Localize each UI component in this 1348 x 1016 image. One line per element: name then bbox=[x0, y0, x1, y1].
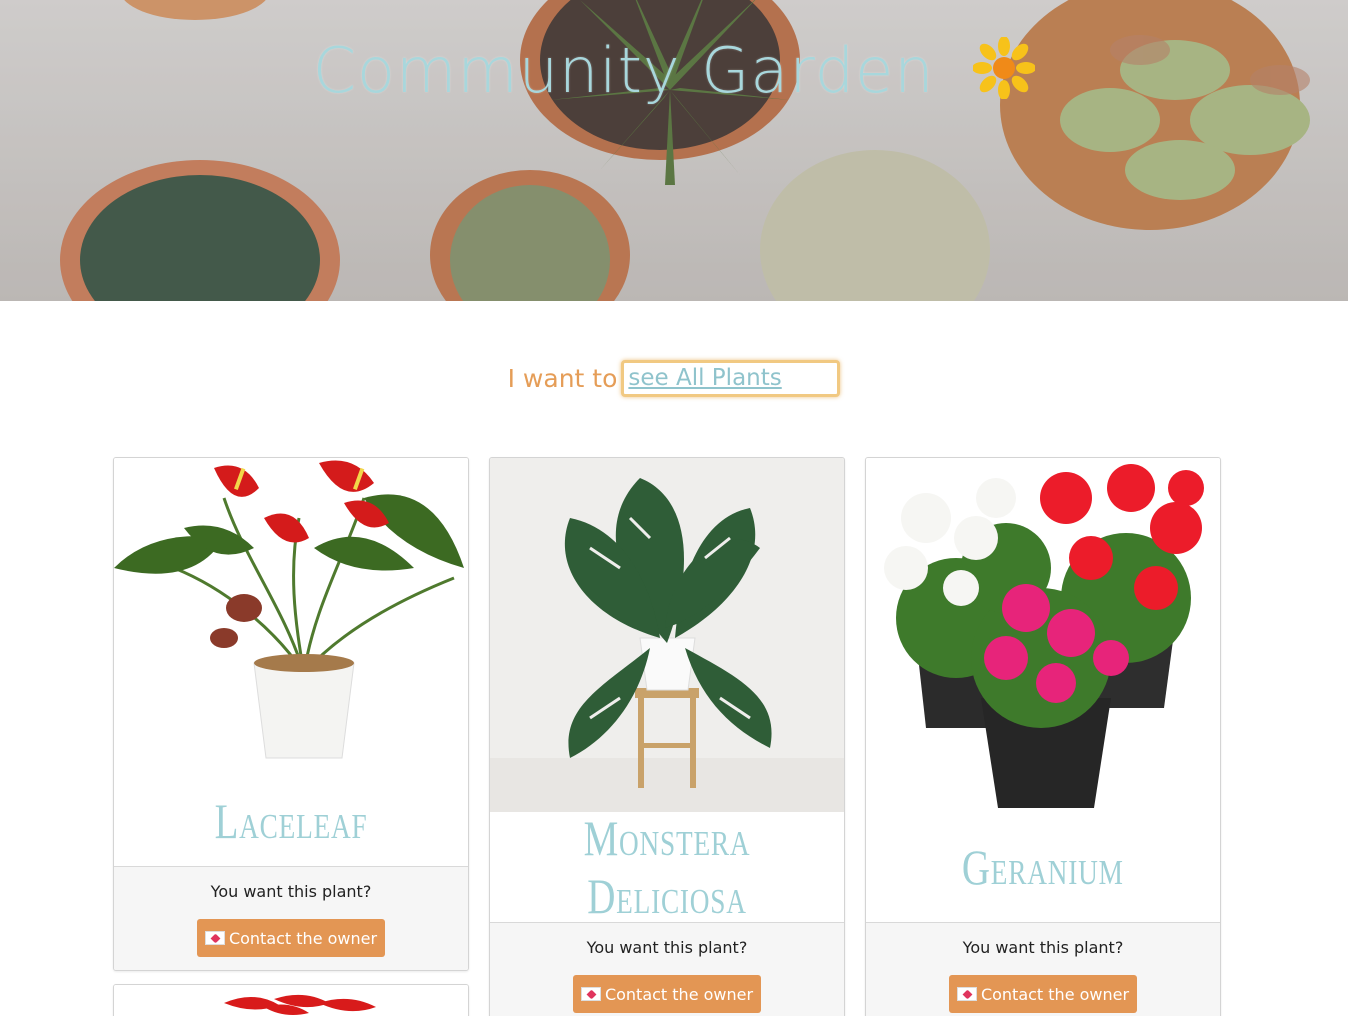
contact-owner-label: Contact the owner bbox=[980, 984, 1130, 1004]
card-question: You want this plant? bbox=[210, 882, 372, 901]
contact-owner-button[interactable]: Contact the owner bbox=[949, 975, 1137, 1013]
contact-owner-button[interactable]: Contact the owner bbox=[197, 919, 385, 957]
plant-image bbox=[114, 985, 468, 1016]
plant-card: Monstera Deliciosa You want this plant? … bbox=[489, 457, 845, 1016]
card-question: You want this plant? bbox=[962, 938, 1124, 957]
sunflower-icon bbox=[972, 35, 1037, 114]
love-letter-icon bbox=[204, 931, 225, 945]
hero-banner: Community Garden bbox=[0, 0, 1348, 301]
plant-name-container: Monstera Deliciosa bbox=[490, 810, 844, 924]
plant-name-container: Laceleaf bbox=[114, 776, 468, 866]
contact-owner-label: Contact the owner bbox=[604, 984, 754, 1004]
page-title-text: Community Garden bbox=[312, 34, 935, 107]
contact-owner-button[interactable]: Contact the owner bbox=[573, 975, 761, 1013]
filter-select[interactable]: see All Plants bbox=[621, 359, 841, 397]
plant-image bbox=[114, 458, 468, 776]
plant-card bbox=[113, 984, 469, 1016]
card-footer: You want this plant? Contact the owner bbox=[490, 922, 844, 1016]
card-question: You want this plant? bbox=[586, 938, 748, 957]
page-title: Community Garden bbox=[0, 34, 1348, 114]
filter-label: I want to bbox=[507, 363, 618, 393]
card-footer: You want this plant? Contact the owner bbox=[866, 922, 1220, 1016]
plant-name: Geranium bbox=[962, 839, 1124, 895]
card-footer: You want this plant? Contact the owner bbox=[114, 866, 468, 970]
plant-filter: I want to see All Plants bbox=[0, 358, 1348, 398]
plant-name: Monstera Deliciosa bbox=[583, 810, 751, 924]
contact-owner-label: Contact the owner bbox=[228, 928, 378, 948]
plant-card: Geranium You want this plant? Contact th… bbox=[865, 457, 1221, 1016]
plant-name: Laceleaf bbox=[214, 793, 368, 849]
plant-image bbox=[490, 458, 844, 812]
plant-name-container: Geranium bbox=[866, 812, 1220, 922]
plant-image bbox=[866, 458, 1220, 812]
love-letter-icon bbox=[956, 987, 977, 1001]
love-letter-icon bbox=[580, 987, 601, 1001]
plant-card: Laceleaf You want this plant? Contact th… bbox=[113, 457, 469, 971]
